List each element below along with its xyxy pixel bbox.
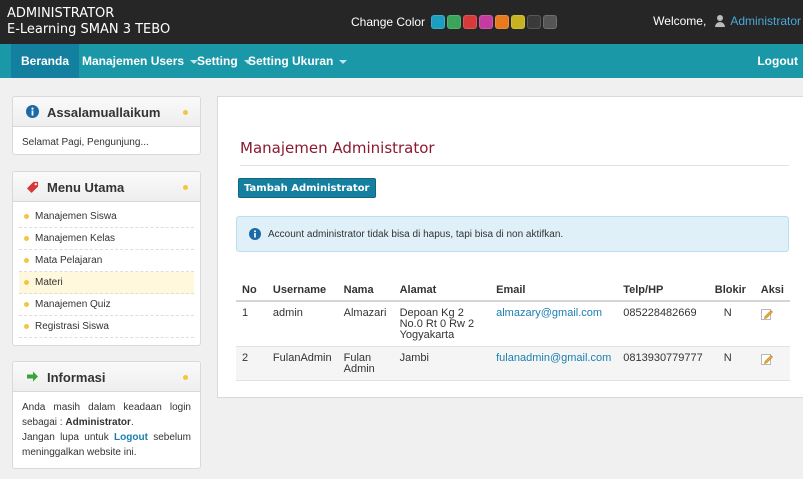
column-header-aksi: Aksi (754, 279, 790, 302)
cell-blokir: N (708, 346, 755, 381)
cell-no: 2 (236, 346, 267, 381)
cell-alamat: Jambi (393, 346, 491, 381)
cell-no: 1 (236, 301, 267, 347)
collapse-dot-icon[interactable] (183, 375, 188, 380)
panel-title: Assalamuallaikum (47, 105, 161, 120)
chevron-down-icon (339, 59, 348, 64)
cell-aksi (754, 301, 790, 347)
color-swatch-7[interactable] (527, 15, 542, 29)
nav-item-beranda[interactable]: Beranda (11, 44, 80, 78)
user-icon (714, 15, 726, 27)
cell-telp: 0813930779777 (617, 346, 709, 381)
brand-site-name: E-Learning SMAN 3 TEBO (7, 22, 171, 37)
alert-text: Account administrator tidak bisa di hapu… (268, 229, 564, 240)
color-swatches (431, 15, 559, 29)
color-swatch-3[interactable] (463, 15, 478, 29)
column-header-no: No (236, 279, 267, 302)
info-icon (26, 105, 39, 118)
nav-item-setting-ukuran[interactable]: Setting Ukuran (248, 44, 348, 78)
color-swatch-8[interactable] (543, 15, 558, 29)
main-menu-list: Manajemen Siswa Manajemen Kelas Mata Pel… (13, 202, 200, 342)
main-nav: Beranda Manajemen Users Setting Setting … (0, 44, 803, 78)
menu-item-mata-pelajaran[interactable]: Mata Pelajaran (19, 250, 194, 272)
nav-item-manajemen-users[interactable]: Manajemen Users (82, 44, 199, 78)
column-header-telp: Telp/HP (617, 279, 709, 302)
arrow-right-icon (27, 371, 38, 382)
page-title: Manajemen Administrator (240, 139, 435, 157)
menu-item-manajemen-kelas[interactable]: Manajemen Kelas (19, 228, 194, 250)
info-text: Anda masih dalam keadaan login sebagai :… (22, 402, 192, 458)
cell-nama: Fulan Admin (337, 346, 394, 381)
cell-alamat: Depoan Kg 2 No.0 Rt 0 Rw 2 Yogyakarta (393, 301, 491, 347)
brand-role: ADMINISTRATOR (7, 6, 115, 21)
divider (240, 165, 789, 166)
brand[interactable]: ADMINISTRATOR E-Learning SMAN 3 TEBO (7, 6, 170, 38)
panel-header: Assalamuallaikum (13, 97, 200, 127)
cell-aksi (754, 346, 790, 381)
table-header-row: No Username Nama Alamat Email Telp/HP Bl… (236, 279, 790, 302)
color-swatch-6[interactable] (511, 15, 526, 29)
cell-email: almazary@gmail.com (490, 301, 618, 347)
collapse-dot-icon[interactable] (183, 185, 188, 190)
cell-username: FulanAdmin (266, 346, 338, 381)
edit-icon[interactable] (760, 308, 773, 320)
nav-item-setting[interactable]: Setting (197, 44, 252, 78)
info-icon (249, 228, 261, 240)
welcome-label: Welcome, (653, 14, 707, 28)
cell-email: fulanadmin@gmail.com (490, 346, 618, 381)
info-panel: Informasi Anda masih dalam keadaan login… (12, 361, 201, 469)
column-header-username: Username (266, 279, 338, 302)
add-administrator-button[interactable]: Tambah Administrator (238, 178, 376, 198)
color-swatch-2[interactable] (447, 15, 462, 29)
top-header: ADMINISTRATOR E-Learning SMAN 3 TEBO Cha… (0, 0, 803, 44)
column-header-alamat: Alamat (393, 279, 491, 302)
menu-panel: Menu Utama Manajemen Siswa Manajemen Kel… (12, 171, 201, 346)
table-row: 2 FulanAdmin Fulan Admin Jambi fulanadmi… (236, 346, 790, 381)
panel-title: Menu Utama (47, 180, 125, 195)
welcome-area: Welcome, Administrator (653, 14, 801, 28)
column-header-nama: Nama (337, 279, 394, 302)
info-alert: Account administrator tidak bisa di hapu… (236, 216, 789, 252)
column-header-email: Email (490, 279, 618, 302)
tag-icon (26, 181, 39, 193)
welcome-user-link[interactable]: Administrator (730, 14, 801, 28)
menu-item-registrasi-siswa[interactable]: Registrasi Siswa (19, 316, 194, 338)
cell-telp: 085228482669 (617, 301, 709, 347)
column-header-blokir: Blokir (708, 279, 755, 302)
menu-item-materi[interactable]: Materi (19, 272, 194, 294)
color-swatch-5[interactable] (495, 15, 510, 29)
color-swatch-4[interactable] (479, 15, 494, 29)
color-switcher: Change Color (351, 15, 559, 29)
cell-nama: Almazari (337, 301, 394, 347)
change-color-label: Change Color (351, 15, 426, 29)
panel-header: Menu Utama (13, 172, 200, 202)
logout-button[interactable]: Logout (757, 44, 798, 78)
menu-item-manajemen-siswa[interactable]: Manajemen Siswa (19, 206, 194, 228)
info-line2-pre: Jangan lupa untuk (22, 432, 109, 443)
info-logout-link[interactable]: Logout (114, 432, 148, 443)
main-content: Manajemen Administrator Tambah Administr… (217, 96, 803, 398)
panel-header: Informasi (13, 362, 200, 392)
greeting-panel: Assalamuallaikum Selamat Pagi, Pengunjun… (12, 96, 201, 155)
cell-blokir: N (708, 301, 755, 347)
greeting-text: Selamat Pagi, Pengunjung... (22, 137, 149, 148)
color-swatch-1[interactable] (431, 15, 446, 29)
menu-item-manajemen-quiz[interactable]: Manajemen Quiz (19, 294, 194, 316)
email-link[interactable]: fulanadmin@gmail.com (496, 352, 611, 364)
edit-icon[interactable] (760, 353, 773, 365)
cell-username: admin (266, 301, 338, 347)
table-row: 1 admin Almazari Depoan Kg 2 No.0 Rt 0 R… (236, 301, 790, 347)
administrator-table: No Username Nama Alamat Email Telp/HP Bl… (236, 279, 790, 381)
collapse-dot-icon[interactable] (183, 110, 188, 115)
email-link[interactable]: almazary@gmail.com (496, 307, 602, 319)
panel-title: Informasi (47, 370, 106, 385)
info-role: Administrator (65, 417, 131, 428)
